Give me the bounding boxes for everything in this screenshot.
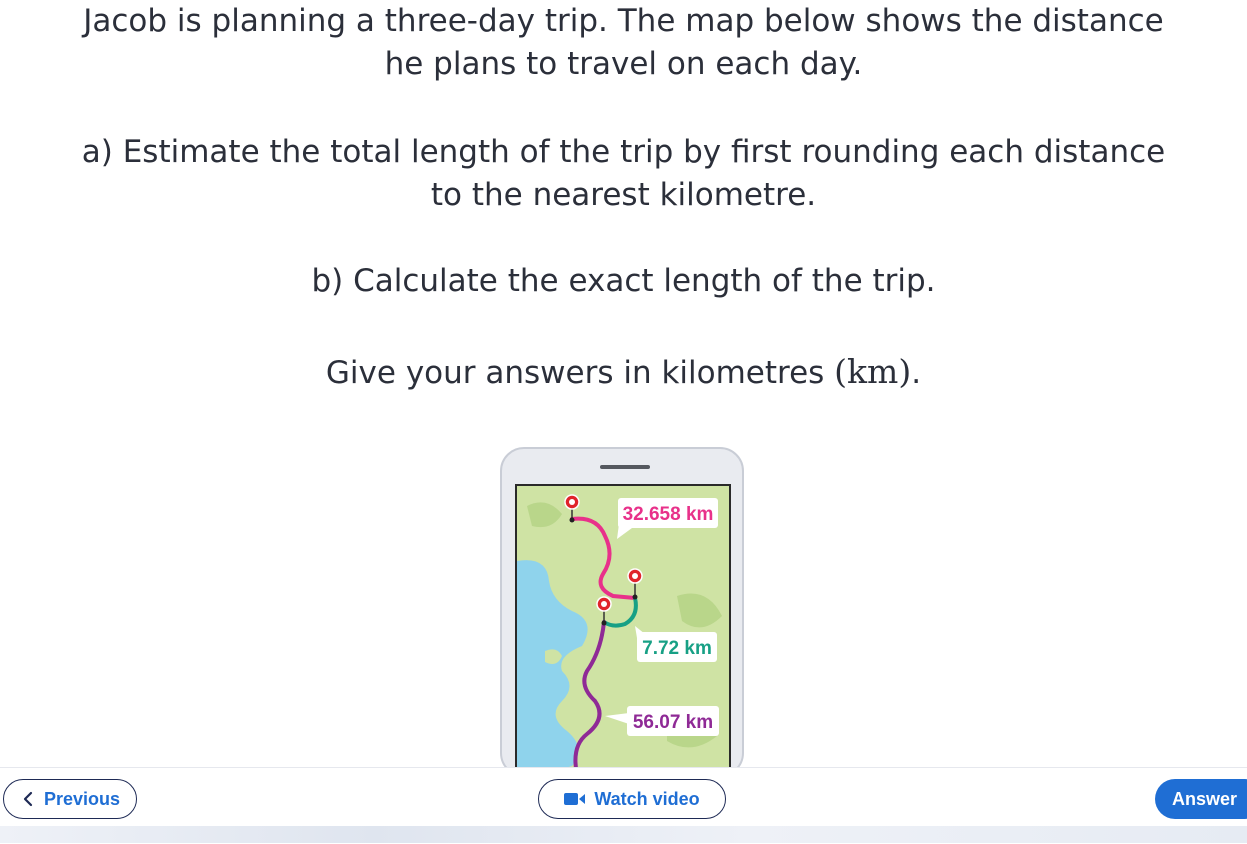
answer-button[interactable]: Answer xyxy=(1155,779,1247,819)
day3-distance-label: 56.07 km xyxy=(633,712,713,733)
chevron-left-icon xyxy=(23,791,33,807)
day2-distance-label: 7.72 km xyxy=(642,638,712,659)
watch-video-label: Watch video xyxy=(594,788,700,809)
part-a-line-1: a) Estimate the total length of the trip… xyxy=(81,134,1166,170)
units-suffix: . xyxy=(911,355,922,391)
answer-label: Answer xyxy=(1172,788,1238,809)
previous-label: Previous xyxy=(43,788,121,809)
units-prefix: Give your answers in kilometres xyxy=(325,355,835,391)
intro-line-2: he plans to travel on each day. xyxy=(384,46,863,82)
map-screen: 32.658 km 7.72 km 56.07 km xyxy=(515,484,731,784)
part-b: b) Calculate the exact length of the tri… xyxy=(311,263,936,299)
day1-distance-label: 32.658 km xyxy=(623,504,714,525)
phone-illustration: 32.658 km 7.72 km 56.07 km xyxy=(500,447,744,784)
route-map: 32.658 km 7.72 km 56.07 km xyxy=(517,486,729,782)
watch-video-button[interactable]: Watch video xyxy=(538,779,726,819)
intro-line-1: Jacob is planning a three-day trip. The … xyxy=(83,3,1164,39)
phone-speaker xyxy=(600,465,650,469)
footer-strip xyxy=(0,826,1247,843)
units-math: (km) xyxy=(834,352,912,391)
previous-button[interactable]: Previous xyxy=(3,779,137,819)
video-camera-icon xyxy=(564,793,586,805)
part-a-line-2: to the nearest kilometre. xyxy=(430,177,817,213)
units-instruction: Give your answers in kilometres (km). xyxy=(0,350,1247,395)
